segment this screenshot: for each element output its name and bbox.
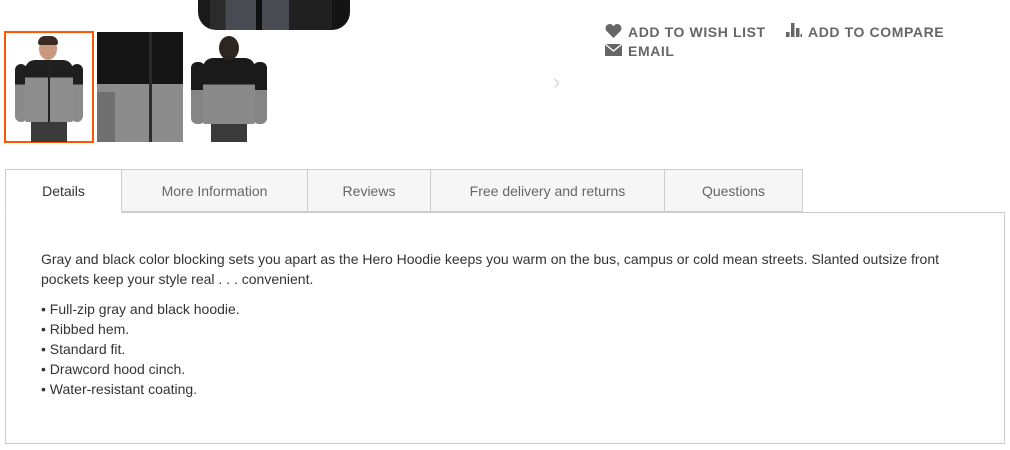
thumbnail-back[interactable] — [183, 32, 275, 142]
tab-questions[interactable]: Questions — [664, 169, 803, 212]
bar-chart-icon — [786, 23, 802, 40]
details-panel: Gray and black color blocking sets you a… — [5, 212, 1005, 444]
feature-item: • Drawcord hood cinch. — [41, 361, 186, 377]
tab-details[interactable]: Details — [5, 169, 122, 213]
email-link[interactable]: EMAIL — [604, 43, 675, 59]
add-to-wishlist-link[interactable]: ADD TO WISH LIST — [605, 23, 766, 41]
thumb-hoodie-zipper — [149, 32, 152, 142]
thumbnail-front[interactable] — [4, 31, 94, 143]
feature-item: • Water-resistant coating. — [41, 381, 198, 397]
product-info-tabs: Details More Information Reviews Free de… — [5, 169, 1005, 213]
feature-item: • Ribbed hem. — [41, 321, 130, 337]
thumb-hoodie-cuff — [97, 92, 115, 142]
compare-label: ADD TO COMPARE — [808, 23, 945, 40]
tab-more-information[interactable]: More Information — [121, 169, 308, 212]
thumb-figure-arm — [253, 62, 267, 124]
thumb-figure-legs — [211, 124, 247, 142]
tab-free-delivery-and-returns[interactable]: Free delivery and returns — [430, 169, 665, 212]
thumb-figure-zipper — [48, 60, 50, 122]
thumb-figure-legs — [31, 122, 67, 142]
add-to-compare-link[interactable]: ADD TO COMPARE — [786, 23, 944, 40]
main-image-hoodie — [198, 0, 350, 30]
feature-list: • Full-zip gray and black hoodie. • Ribb… — [41, 299, 969, 399]
wishlist-label: ADD TO WISH LIST — [628, 24, 766, 40]
main-product-image[interactable] — [0, 0, 580, 30]
thumbnail-strip — [4, 31, 275, 143]
email-label: EMAIL — [628, 43, 675, 59]
thumb-figure-hoodie — [203, 58, 255, 124]
feature-item: • Full-zip gray and black hoodie. — [41, 301, 240, 317]
chevron-right-icon[interactable]: › — [553, 71, 565, 93]
product-description: Gray and black color blocking sets you a… — [41, 251, 940, 287]
feature-item: • Standard fit. — [41, 341, 126, 357]
thumb-hoodie-black — [97, 32, 183, 84]
tab-reviews[interactable]: Reviews — [307, 169, 431, 212]
envelope-icon — [604, 43, 623, 59]
heart-icon — [605, 23, 622, 41]
thumb-figure-hair — [38, 36, 58, 45]
thumb-figure-head — [219, 36, 239, 60]
thumbnail-detail[interactable] — [95, 32, 183, 142]
